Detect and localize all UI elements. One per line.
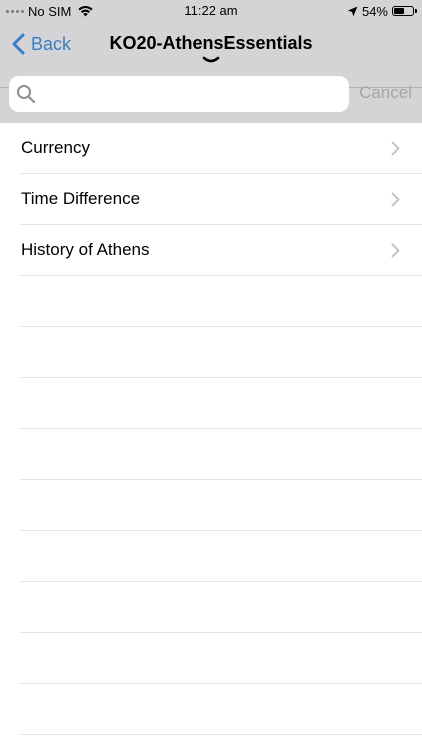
battery-icon (392, 6, 417, 16)
empty-row (0, 480, 422, 531)
list-item-history-of-athens[interactable]: History of Athens (0, 225, 422, 276)
list-item-currency[interactable]: Currency (0, 123, 422, 174)
header-area: No SIM 11:22 am 54% Back KO20-AthensEsse… (0, 0, 422, 123)
search-icon (17, 85, 36, 104)
list-item-time-difference[interactable]: Time Difference (0, 174, 422, 225)
empty-row (0, 633, 422, 684)
empty-row (0, 429, 422, 480)
empty-row (0, 378, 422, 429)
cancel-button[interactable]: Cancel (359, 83, 412, 103)
list-item-label: History of Athens (21, 240, 150, 259)
empty-row (0, 582, 422, 633)
empty-row (0, 276, 422, 327)
chevron-right-icon (391, 192, 400, 207)
navigation-bar: Back KO20-AthensEssentials (0, 22, 422, 88)
chevron-right-icon (391, 141, 400, 156)
list-item-label: Time Difference (21, 189, 141, 208)
search-field[interactable] (9, 76, 349, 112)
search-input[interactable] (41, 76, 341, 112)
empty-row (0, 684, 422, 735)
chevron-right-icon (391, 243, 400, 258)
location-arrow-icon (347, 6, 358, 16)
status-bar: No SIM 11:22 am 54% (0, 0, 422, 22)
chevron-down-icon[interactable] (201, 56, 221, 64)
topics-list: Currency Time Difference History of Athe… (0, 123, 422, 735)
battery-fill (394, 8, 404, 14)
empty-row (0, 327, 422, 378)
status-right: 54% (347, 3, 417, 19)
battery-percent: 54% (361, 3, 388, 19)
empty-row (0, 531, 422, 582)
page-title[interactable]: KO20-AthensEssentials (0, 33, 422, 54)
list-item-label: Currency (21, 138, 90, 157)
